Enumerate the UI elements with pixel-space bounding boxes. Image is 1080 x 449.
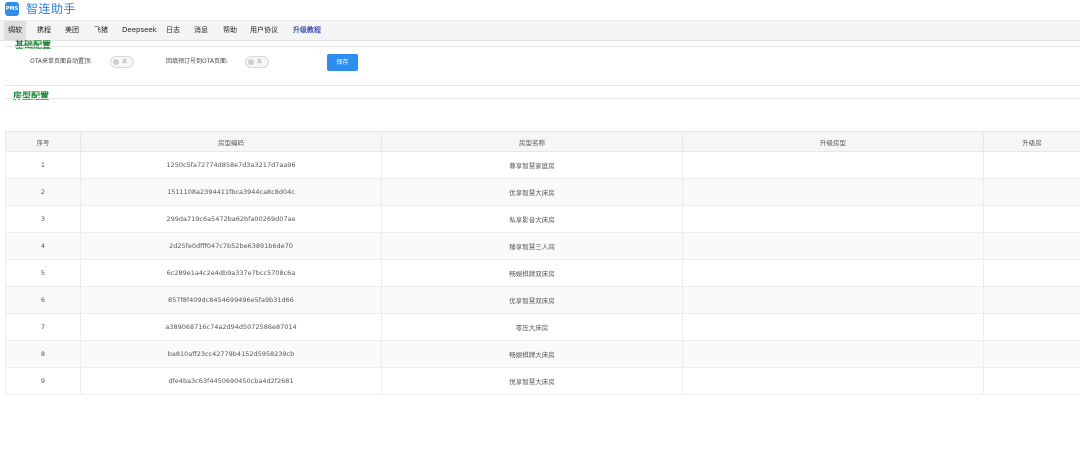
divider — [5, 98, 1080, 99]
cell-upgrade-room[interactable] — [682, 259, 984, 287]
cell-room-code: 857f8f409dc8454699496e5fa9b31d66 — [80, 286, 382, 314]
nav-tab-3[interactable]: 飞猪 — [90, 21, 112, 40]
table-header-row: 序号 房型编码 房型名称 升级房型 升级房 — [5, 131, 1080, 152]
cell-upgrade-room-2[interactable] — [983, 259, 1080, 287]
table-row[interactable]: 7 a389068716c74a2d94d5072586e87014 零压大床房 — [5, 313, 1080, 341]
cell-index: 4 — [5, 232, 81, 260]
room-config-title: 房型配置 — [13, 92, 50, 102]
nav-tab-6[interactable]: 消息 — [190, 21, 212, 40]
cell-index: 9 — [5, 367, 81, 395]
cell-upgrade-room[interactable] — [682, 286, 984, 314]
cell-upgrade-room[interactable] — [682, 232, 984, 260]
cell-room-name: 优享智慧大床房 — [381, 178, 683, 206]
cell-room-name: 优享智慧双床房 — [381, 286, 683, 314]
col-header-index: 序号 — [5, 131, 81, 152]
auto-top-label: OTA来单页面自动置顶: — [30, 58, 93, 65]
backfill-toggle[interactable]: 关 — [245, 56, 269, 68]
col-header-upgrade-room: 升级房型 — [682, 131, 984, 152]
save-button[interactable]: 保存 — [327, 54, 358, 71]
nav-tab-7[interactable]: 帮助 — [219, 21, 241, 40]
cell-room-code: ba810aff23cc42779b4152d5958239cb — [80, 340, 382, 368]
cell-upgrade-room[interactable] — [682, 367, 984, 395]
cell-index: 2 — [5, 178, 81, 206]
cell-room-code: 1250c5fa72774d858e7d3a3217d7aa96 — [80, 151, 382, 179]
cell-index: 7 — [5, 313, 81, 341]
cell-room-code: 2d25fe0dfff047c7b52be63891b6de70 — [80, 232, 382, 260]
app-logo: PMS — [5, 2, 19, 16]
cell-room-name: 私享影音大床房 — [381, 205, 683, 233]
table-row[interactable]: 8 ba810aff23cc42779b4152d5958239cb 畅娱棋牌大床房 — [5, 340, 1080, 368]
cell-upgrade-room-2[interactable] — [983, 286, 1080, 314]
cell-room-name: 悦享智慧大床房 — [381, 367, 683, 395]
nav-tab-0[interactable]: 绸软 — [4, 21, 26, 40]
cell-index: 3 — [5, 205, 81, 233]
cell-room-code: a389068716c74a2d94d5072586e87014 — [80, 313, 382, 341]
cell-upgrade-room-2[interactable] — [983, 205, 1080, 233]
cell-upgrade-room-2[interactable] — [983, 340, 1080, 368]
app-title: 智连助手 — [26, 2, 77, 16]
cell-room-code: 1511108a2394411fbca3944ca8c8d04c — [80, 178, 382, 206]
table-row[interactable]: 6 857f8f409dc8454699496e5fa9b31d66 优享智慧双床房 — [5, 286, 1080, 314]
col-header-room-code: 房型编码 — [80, 131, 382, 152]
cell-upgrade-room[interactable] — [682, 205, 984, 233]
cell-index: 5 — [5, 259, 81, 287]
cell-upgrade-room[interactable] — [682, 340, 984, 368]
cell-room-code: 6c289e1a4c2e4db9a337e7bcc5708c6a — [80, 259, 382, 287]
cell-room-name: 尊享智慧家庭房 — [381, 151, 683, 179]
table-row[interactable]: 9 dfe4ba3c63f4450690450cba4d2f2681 悦享智慧大床房 — [5, 367, 1080, 395]
table-row[interactable]: 2 1511108a2394411fbca3944ca8c8d04c 优享智慧大床房 — [5, 178, 1080, 206]
cell-upgrade-room[interactable] — [682, 313, 984, 341]
cell-upgrade-room-2[interactable] — [983, 151, 1080, 179]
toggle-knob — [113, 59, 119, 65]
table-row[interactable]: 3 299da719c6a5472ba62bfa00269d07ae 私享影音大床房 — [5, 205, 1080, 233]
cell-upgrade-room-2[interactable] — [983, 178, 1080, 206]
cell-upgrade-room-2[interactable] — [983, 232, 1080, 260]
col-header-upgrade-room-2: 升级房 — [983, 131, 1080, 152]
room-table: 序号 房型编码 房型名称 升级房型 升级房 1 1250c5fa72774d858… — [5, 131, 1080, 395]
cell-index: 1 — [5, 151, 81, 179]
top-nav: 绸软 携程 美团 飞猪 Deepseek 日志 消息 帮助 用户协议 升级教程 — [0, 20, 1080, 41]
backfill-label: 回填预订号到OTA页面: — [166, 58, 229, 65]
toggle-state: 关 — [257, 59, 263, 65]
cell-room-name: 零压大床房 — [381, 313, 683, 341]
toggle-state: 关 — [122, 59, 128, 65]
table-row[interactable]: 1 1250c5fa72774d858e7d3a3217d7aa96 尊享智慧家庭房 — [5, 151, 1080, 179]
table-row[interactable]: 4 2d25fe0dfff047c7b52be63891b6de70 臻享智慧三人间 — [5, 232, 1080, 260]
cell-upgrade-room[interactable] — [682, 151, 984, 179]
cell-room-name: 臻享智慧三人间 — [381, 232, 683, 260]
nav-tab-2[interactable]: 美团 — [61, 21, 83, 40]
nav-tab-5[interactable]: 日志 — [162, 21, 184, 40]
auto-top-toggle[interactable]: 关 — [110, 56, 134, 68]
cell-index: 8 — [5, 340, 81, 368]
cell-room-name: 畅娱棋牌大床房 — [381, 340, 683, 368]
cell-room-code: 299da719c6a5472ba62bfa00269d07ae — [80, 205, 382, 233]
nav-tab-8[interactable]: 用户协议 — [246, 21, 282, 40]
nav-tab-9[interactable]: 升级教程 — [289, 21, 325, 40]
nav-tab-1[interactable]: 携程 — [33, 21, 55, 40]
col-header-room-name: 房型名称 — [381, 131, 683, 152]
cell-upgrade-room-2[interactable] — [983, 313, 1080, 341]
cell-index: 6 — [5, 286, 81, 314]
app-header: PMS 智连助手 — [0, 0, 1080, 20]
cell-upgrade-room[interactable] — [682, 178, 984, 206]
cell-upgrade-room-2[interactable] — [983, 367, 1080, 395]
cell-room-code: dfe4ba3c63f4450690450cba4d2f2681 — [80, 367, 382, 395]
cell-room-name: 畅娱棋牌双床房 — [381, 259, 683, 287]
toggle-knob — [248, 59, 254, 65]
table-row[interactable]: 5 6c289e1a4c2e4db9a337e7bcc5708c6a 畅娱棋牌双床房 — [5, 259, 1080, 287]
nav-tab-4[interactable]: Deepseek — [118, 21, 161, 40]
